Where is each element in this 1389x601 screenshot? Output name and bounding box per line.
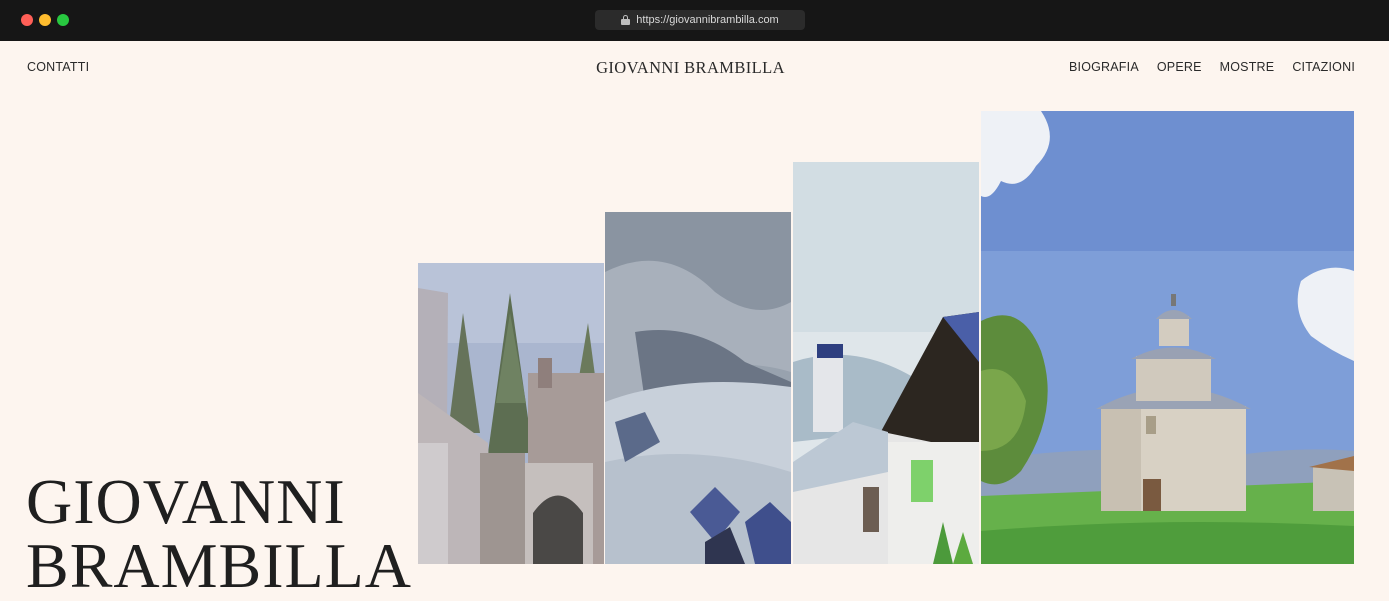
address-bar[interactable]: https://giovannibrambilla.com xyxy=(595,10,805,30)
close-window-button[interactable] xyxy=(21,14,33,26)
nav-biografia-link[interactable]: BIOGRAFIA xyxy=(1069,60,1139,74)
window-controls xyxy=(21,14,69,26)
painting-white-house[interactable] xyxy=(793,162,979,564)
url-text: https://giovannibrambilla.com xyxy=(636,14,779,26)
nav-opere-link[interactable]: OPERE xyxy=(1157,60,1202,74)
lock-icon xyxy=(621,15,631,25)
painting-castle-ruins[interactable] xyxy=(418,263,604,564)
main-nav: BIOGRAFIA OPERE MOSTRE CITAZIONI xyxy=(1069,60,1355,74)
painting-rotunda-church[interactable] xyxy=(981,111,1354,564)
nav-citazioni-link[interactable]: CITAZIONI xyxy=(1292,60,1355,74)
browser-chrome: https://giovannibrambilla.com xyxy=(0,0,1389,41)
hero-title: GIOVANNI BRAMBILLA xyxy=(26,470,412,598)
painting-snowy-mountain[interactable] xyxy=(605,212,791,564)
hero-title-line1: GIOVANNI xyxy=(26,466,346,537)
site-header: CONTATTI GIOVANNI BRAMBILLA BIOGRAFIA OP… xyxy=(0,41,1389,93)
hero-title-line2: BRAMBILLA xyxy=(26,530,412,601)
maximize-window-button[interactable] xyxy=(57,14,69,26)
nav-mostre-link[interactable]: MOSTRE xyxy=(1220,60,1275,74)
minimize-window-button[interactable] xyxy=(39,14,51,26)
